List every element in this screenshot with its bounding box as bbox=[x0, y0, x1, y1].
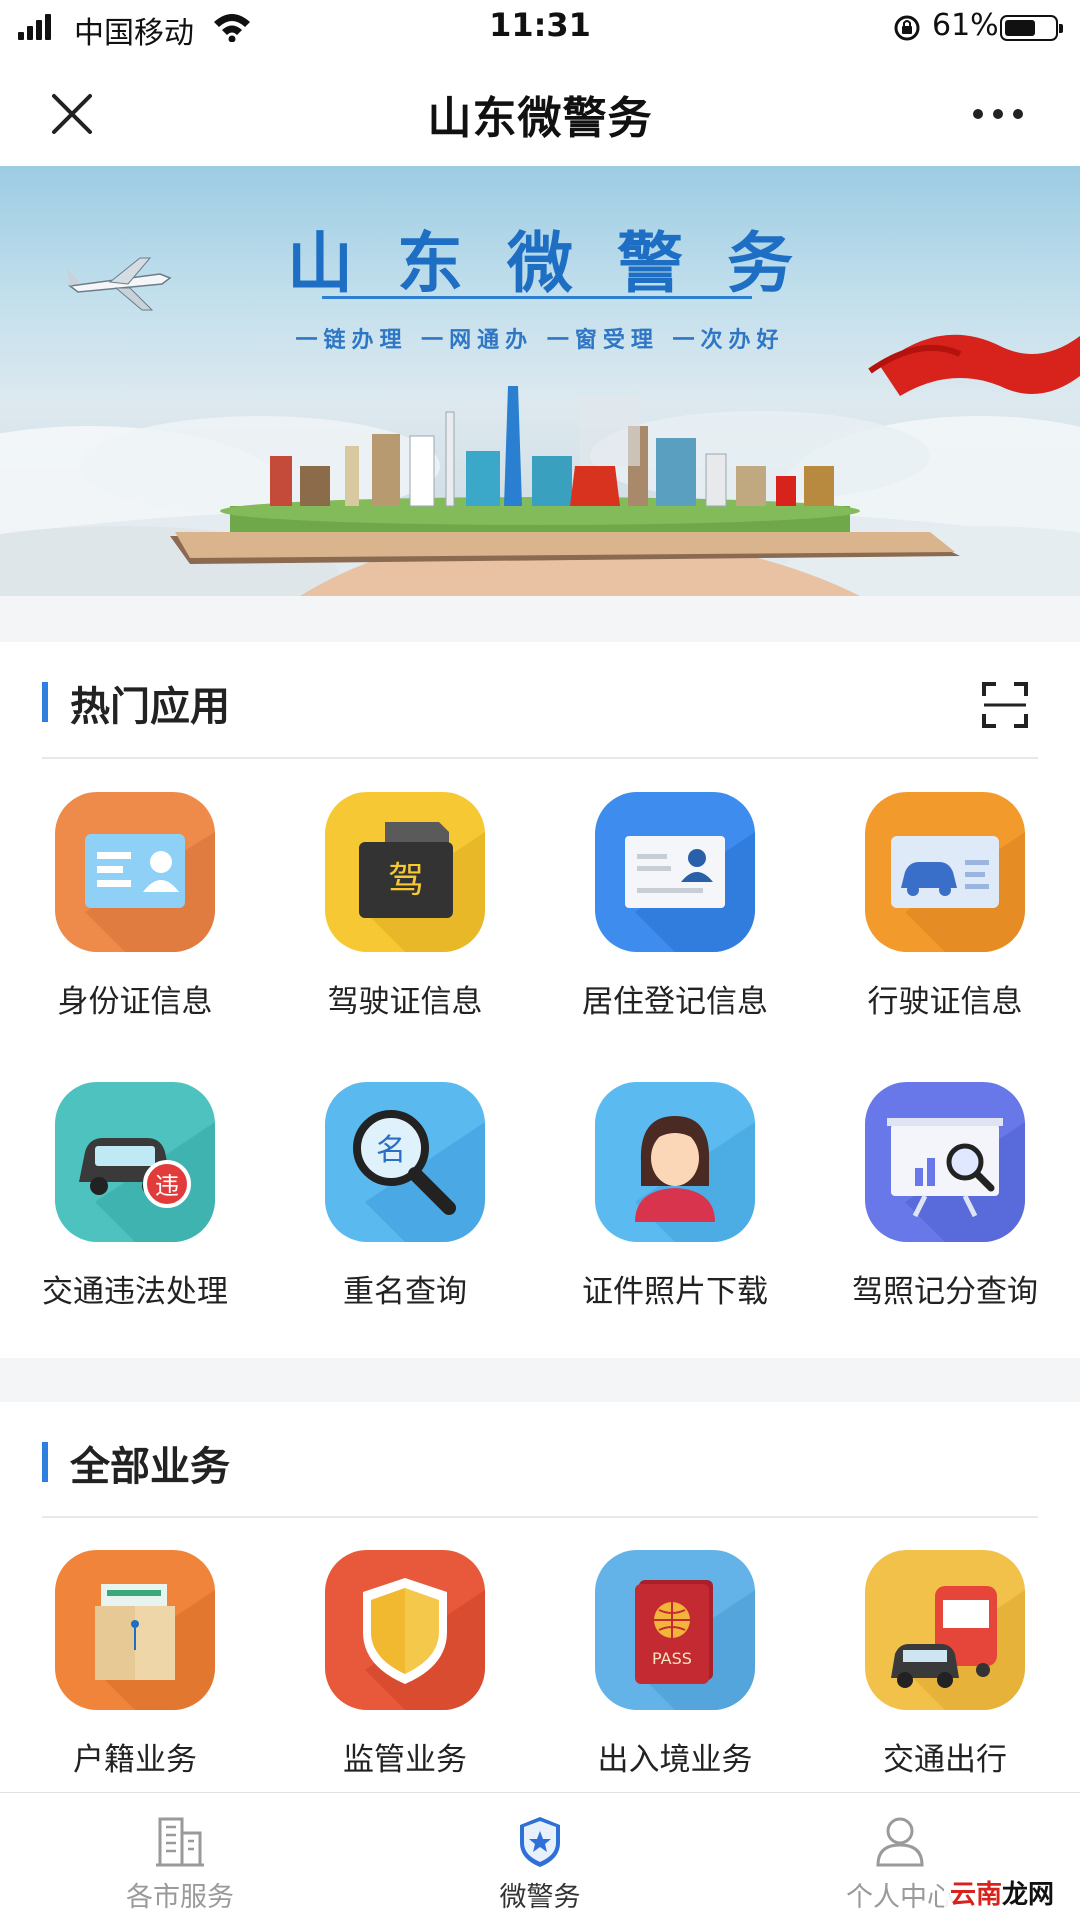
app-label: 身份证信息 bbox=[57, 984, 213, 1020]
passport-icon: PASS bbox=[595, 1550, 755, 1710]
tab-label: 各市服务 bbox=[126, 1882, 234, 1913]
tab-label: 微警务 bbox=[499, 1882, 581, 1913]
app-label: 居住登记信息 bbox=[582, 984, 768, 1020]
app-label: 监管业务 bbox=[343, 1742, 467, 1778]
app-driver-license[interactable]: 驾 驾驶证信息 bbox=[270, 792, 540, 1042]
app-photo-download[interactable]: 证件照片下载 bbox=[540, 1082, 810, 1332]
svg-text:违: 违 bbox=[155, 1172, 179, 1200]
app-label: 驾驶证信息 bbox=[327, 984, 483, 1020]
page-title: 山东微警务 bbox=[427, 93, 653, 144]
tab-micro-police[interactable]: 微警务 bbox=[360, 1793, 720, 1920]
section-gap bbox=[0, 1358, 1080, 1402]
app-label: 行驶证信息 bbox=[867, 984, 1023, 1020]
section-accent-bar bbox=[42, 682, 48, 722]
app-label: 重名查询 bbox=[343, 1274, 467, 1310]
all-business-title: 全部业务 bbox=[70, 1444, 230, 1490]
watermark-rest: 龙网 bbox=[1002, 1880, 1055, 1910]
app-residence[interactable]: 居住登记信息 bbox=[540, 792, 810, 1042]
app-label: 交通违法处理 bbox=[42, 1274, 228, 1310]
section-accent-bar bbox=[42, 1442, 48, 1482]
section-gap bbox=[0, 596, 1080, 642]
nav-bar: 山东微警务 bbox=[0, 56, 1080, 166]
shield-icon bbox=[325, 1550, 485, 1710]
app-label: 户籍业务 bbox=[73, 1742, 197, 1778]
section-divider bbox=[42, 1516, 1038, 1518]
tab-bar: 各市服务 微警务 个人中心 bbox=[0, 1792, 1080, 1920]
app-id-card[interactable]: 身份证信息 bbox=[0, 792, 270, 1042]
app-vehicle-license[interactable]: 行驶证信息 bbox=[810, 792, 1080, 1042]
traffic-violation-icon: 违 bbox=[55, 1082, 215, 1242]
biz-entry-exit[interactable]: PASS 出入境业务 bbox=[540, 1550, 810, 1780]
section-divider bbox=[42, 757, 1038, 759]
driver-license-icon: 驾 bbox=[325, 792, 485, 952]
svg-text:名: 名 bbox=[376, 1133, 406, 1168]
hot-apps-title: 热门应用 bbox=[70, 684, 230, 730]
watermark: 云南龙网 bbox=[944, 1874, 1061, 1911]
scan-icon[interactable] bbox=[982, 682, 1028, 728]
hot-apps-header: 热门应用 bbox=[0, 642, 1080, 758]
watermark-prefix: 云南 bbox=[950, 1880, 1003, 1910]
battery-percent: 61% bbox=[932, 8, 999, 43]
app-label: 出入境业务 bbox=[597, 1742, 753, 1778]
photo-download-icon bbox=[595, 1082, 755, 1242]
app-label: 驾照记分查询 bbox=[852, 1274, 1038, 1310]
banner-divider bbox=[322, 296, 752, 299]
status-bar: 中国移动 11:31 61% bbox=[0, 0, 1080, 56]
transport-icon bbox=[865, 1550, 1025, 1710]
svg-text:PASS: PASS bbox=[652, 1649, 692, 1668]
app-traffic-violation[interactable]: 违 交通违法处理 bbox=[0, 1082, 270, 1332]
person-icon bbox=[876, 1817, 924, 1867]
more-icon[interactable] bbox=[968, 102, 1028, 126]
tab-city-services[interactable]: 各市服务 bbox=[0, 1793, 360, 1920]
svg-text:驾: 驾 bbox=[388, 860, 424, 901]
all-business-header: 全部业务 bbox=[0, 1402, 1080, 1518]
banner-slogan: 一链办理 一网通办 一窗受理 一次办好 bbox=[295, 328, 785, 353]
banner[interactable]: 山东微警务 一链办理 一网通办 一窗受理 一次办好 bbox=[0, 166, 1080, 596]
biz-supervision[interactable]: 监管业务 bbox=[270, 1550, 540, 1780]
city-building-icon bbox=[156, 1817, 204, 1867]
biz-household[interactable]: 户籍业务 bbox=[0, 1550, 270, 1780]
residence-card-icon bbox=[595, 792, 755, 952]
app-name-search[interactable]: 名 重名查询 bbox=[270, 1082, 540, 1332]
rotation-lock-icon bbox=[894, 15, 920, 41]
name-search-icon: 名 bbox=[325, 1082, 485, 1242]
biz-transport[interactable]: 交通出行 bbox=[810, 1550, 1080, 1780]
vehicle-license-icon bbox=[865, 792, 1025, 952]
app-label: 交通出行 bbox=[883, 1742, 1007, 1778]
app-license-points[interactable]: 驾照记分查询 bbox=[810, 1082, 1080, 1332]
banner-title: 山东微警务 bbox=[287, 225, 837, 302]
license-points-icon bbox=[865, 1082, 1025, 1242]
battery-icon bbox=[1000, 15, 1063, 41]
app-label: 证件照片下载 bbox=[582, 1274, 768, 1310]
police-badge-icon bbox=[520, 1817, 560, 1867]
id-card-icon bbox=[55, 792, 215, 952]
household-register-icon bbox=[55, 1550, 215, 1710]
